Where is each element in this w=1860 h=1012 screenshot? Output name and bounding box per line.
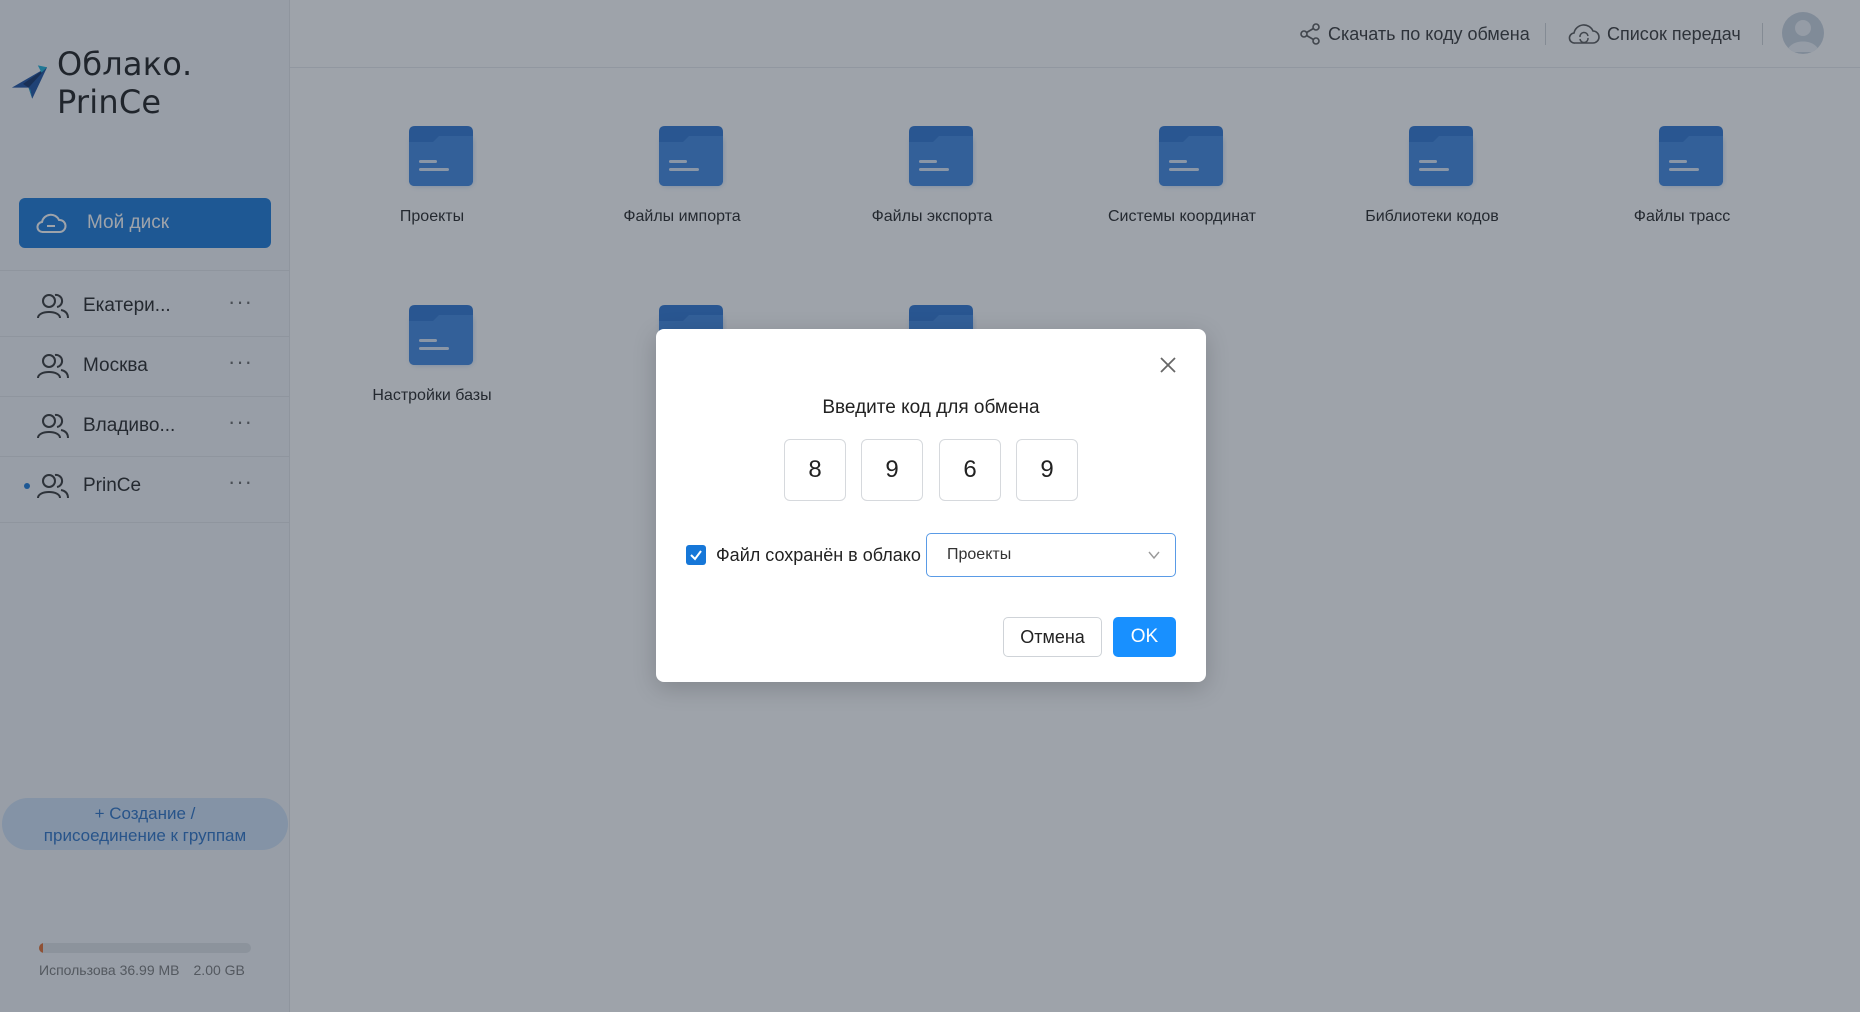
code-digit-input[interactable]: 9 <box>1016 439 1078 501</box>
save-to-cloud-checkbox[interactable] <box>686 545 706 565</box>
save-to-cloud-label[interactable]: Файл сохранён в облако <box>716 545 921 566</box>
code-digit-input[interactable]: 9 <box>861 439 923 501</box>
checkmark-icon <box>690 550 702 561</box>
close-icon[interactable] <box>1156 353 1180 377</box>
code-digit-input[interactable]: 6 <box>939 439 1001 501</box>
exchange-code-dialog: Введите код для обмена 8 9 6 9 Файл сохр… <box>656 329 1206 682</box>
ok-button[interactable]: OK <box>1113 617 1176 657</box>
chevron-down-icon <box>1148 551 1160 560</box>
dialog-title: Введите код для обмена <box>822 397 1040 418</box>
destination-folder-select[interactable]: Проекты <box>926 533 1176 577</box>
destination-folder-value: Проекты <box>947 546 1012 563</box>
code-digit-input[interactable]: 8 <box>784 439 846 501</box>
cancel-button[interactable]: Отмена <box>1003 617 1102 657</box>
